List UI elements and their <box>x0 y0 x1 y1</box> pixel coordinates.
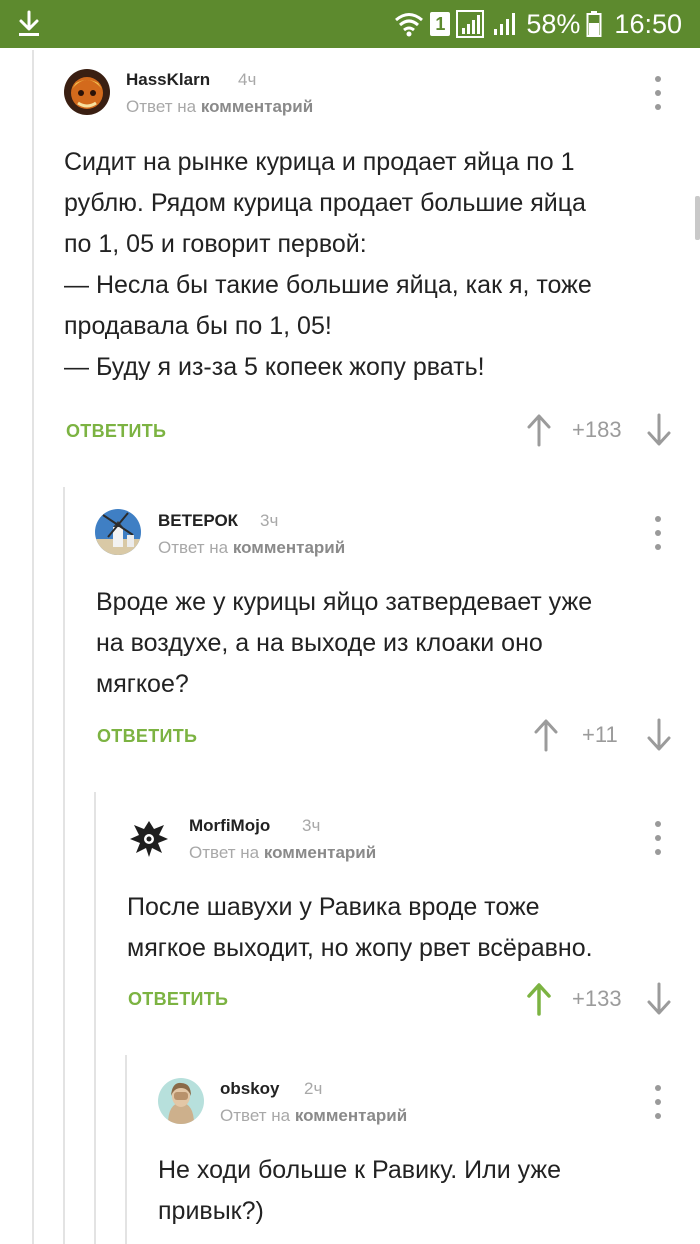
vote-controls: +133 <box>526 982 676 1018</box>
comment-line: Вроде же у курицы яйцо затвердевает уже <box>96 588 593 616</box>
reply-button[interactable]: ОТВЕТИТЬ <box>97 726 197 747</box>
download-icon <box>19 10 39 36</box>
thread-line-level-2 <box>94 792 96 1244</box>
vote-controls: +11 <box>533 718 676 754</box>
thread-line-level-0 <box>32 50 34 1244</box>
upvote-arrow-icon[interactable] <box>526 982 552 1016</box>
upvote-arrow-icon[interactable] <box>533 718 559 752</box>
reply-to: Ответ на комментарий <box>189 843 376 863</box>
comment-body: Сидит на рынке курица и продает яйца по … <box>64 142 664 388</box>
comment-age: 3ч <box>260 511 279 530</box>
reply-prefix: Ответ на <box>126 97 197 116</box>
screen: 1 58% 16:50 HassKlarn 4ч Ответ на коммен… <box>0 0 700 1244</box>
clock: 16:50 <box>614 8 682 39</box>
signal-sim2-icon <box>494 13 516 35</box>
comment-line: Сидит на рынке курица и продает яйца по … <box>64 148 575 176</box>
thread-line-level-1 <box>63 487 65 1244</box>
author-name[interactable]: ВЕТЕРОК <box>158 511 238 531</box>
wifi-icon <box>395 13 424 37</box>
avatar[interactable] <box>126 815 172 861</box>
comment-age: 2ч <box>304 1079 323 1098</box>
thread-line-level-3 <box>125 1055 127 1244</box>
downvote-arrow-icon[interactable] <box>646 982 672 1016</box>
reply-prefix: Ответ на <box>220 1106 291 1125</box>
reply-target-link[interactable]: комментарий <box>233 538 345 557</box>
status-bar: 1 58% 16:50 <box>0 0 700 48</box>
reply-to: Ответ на комментарий <box>220 1106 407 1126</box>
upvote-arrow-icon[interactable] <box>526 413 552 447</box>
author-name[interactable]: MorfiMojo <box>189 816 270 836</box>
comment-line: привык?) <box>158 1197 264 1225</box>
scrollbar[interactable] <box>695 196 700 240</box>
more-options-icon[interactable] <box>648 1085 668 1119</box>
comment-body: Вроде же у курицы яйцо затвердевает уже … <box>96 582 666 705</box>
comment-body: Не ходи больше к Равику. Или уже привык?… <box>158 1150 678 1232</box>
reply-prefix: Ответ на <box>189 843 260 862</box>
reply-target-link[interactable]: комментарий <box>264 843 376 862</box>
comment-line: Не ходи больше к Равику. Или уже <box>158 1156 562 1184</box>
vote-controls: +183 <box>526 413 676 449</box>
downvote-arrow-icon[interactable] <box>646 718 672 752</box>
author-name[interactable]: obskoy <box>220 1079 280 1099</box>
more-options-icon[interactable] <box>648 821 668 855</box>
comment-line: на воздухе, а на выходе из клоаки оно <box>96 629 543 657</box>
reply-prefix: Ответ на <box>158 538 229 557</box>
avatar[interactable] <box>158 1078 204 1124</box>
reply-to: Ответ на комментарий <box>126 97 313 117</box>
comment-age: 3ч <box>302 816 321 835</box>
comment-line: по 1, 05 и говорит первой: <box>64 230 367 258</box>
more-options-icon[interactable] <box>648 516 668 550</box>
reply-target-link[interactable]: комментарий <box>201 97 313 116</box>
vote-score: +133 <box>572 986 622 1011</box>
comment-body: После шавухи у Равика вроде тоже мягкое … <box>127 887 687 969</box>
comment-age: 4ч <box>238 70 257 89</box>
reply-target-link[interactable]: комментарий <box>295 1106 407 1125</box>
author-name[interactable]: HassKlarn <box>126 70 210 90</box>
comment-line: — Несла бы такие большие яйца, как я, то… <box>64 271 592 299</box>
battery-icon <box>586 11 602 37</box>
vote-score: +183 <box>572 417 622 442</box>
sim-indicator: 1 <box>430 12 451 36</box>
avatar[interactable] <box>95 509 141 555</box>
comment-line: мягкое выходит, но жопу рвет всёравно. <box>127 934 593 962</box>
reply-button[interactable]: ОТВЕТИТЬ <box>66 421 166 442</box>
battery-percent: 58% <box>526 8 581 39</box>
vote-score: +11 <box>582 722 618 747</box>
avatar[interactable] <box>64 69 110 115</box>
comment-line: рублю. Рядом курица продает большие яйца <box>64 189 586 217</box>
more-options-icon[interactable] <box>648 76 668 110</box>
signal-sim1-icon <box>456 10 485 38</box>
comment-line: После шавухи у Равика вроде тоже <box>127 893 540 921</box>
reply-to: Ответ на комментарий <box>158 538 345 558</box>
comment-line: — Буду я из-за 5 копеек жопу рвать! <box>64 353 485 381</box>
comment-line: продавала бы по 1, 05! <box>64 312 332 340</box>
reply-button[interactable]: ОТВЕТИТЬ <box>128 989 228 1010</box>
comment-line: мягкое? <box>96 670 189 698</box>
downvote-arrow-icon[interactable] <box>646 413 672 447</box>
